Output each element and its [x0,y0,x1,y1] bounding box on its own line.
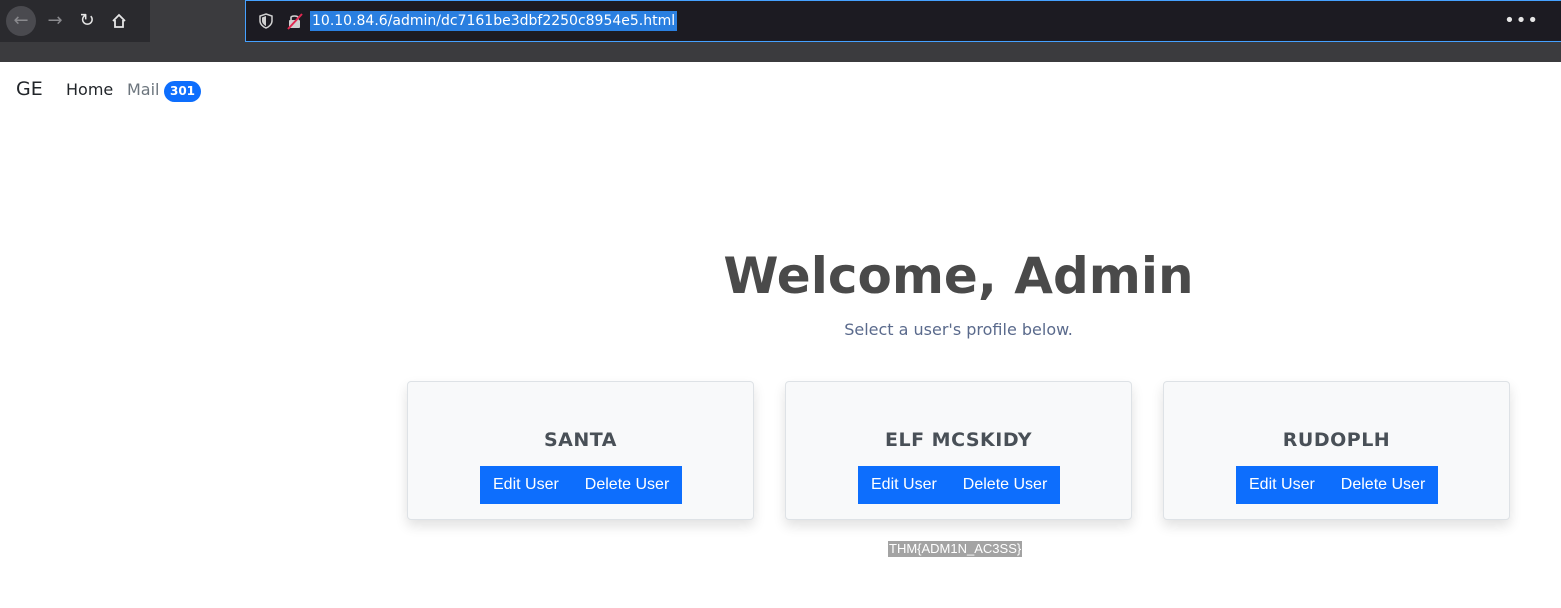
user-name: SANTA [544,429,617,451]
nav-link-home[interactable]: Home [66,80,113,99]
navigation-controls: ← → ↻ [0,0,150,42]
user-card-elf-mcskidy: ELF MCSKIDY Edit User Delete User [785,381,1132,520]
back-arrow-icon[interactable]: ← [6,6,36,36]
edit-user-button[interactable]: Edit User [858,466,950,504]
user-actions: Edit User Delete User [480,466,683,504]
home-icon[interactable] [104,6,134,36]
delete-user-button[interactable]: Delete User [949,466,1061,504]
browser-toolbar: ← → ↻ 10.10.84.6/admin/dc7161be3dbf2250c… [0,0,1561,62]
address-bar[interactable]: 10.10.84.6/admin/dc7161be3dbf2250c8954e5… [245,0,1561,42]
reload-icon[interactable]: ↻ [72,6,102,36]
edit-user-button[interactable]: Edit User [1236,466,1328,504]
flag-text: THM{ADM1N_AC3SS} [888,541,1023,557]
user-card-santa: SANTA Edit User Delete User [407,381,754,520]
user-card-rudoplh: RUDOPLH Edit User Delete User [1163,381,1510,520]
user-actions: Edit User Delete User [1236,466,1439,504]
page-subtitle: Select a user's profile below. [844,320,1073,339]
shield-icon[interactable] [258,13,274,29]
url-text[interactable]: 10.10.84.6/admin/dc7161be3dbf2250c8954e5… [310,11,678,31]
edit-user-button[interactable]: Edit User [480,466,572,504]
page-title: Welcome, Admin [723,247,1194,305]
forward-arrow-icon[interactable]: → [40,6,70,36]
delete-user-button[interactable]: Delete User [1327,466,1439,504]
page-actions-icon[interactable]: ••• [1504,9,1539,33]
user-actions: Edit User Delete User [858,466,1061,504]
nav-link-mail[interactable]: Mail [127,80,160,99]
navbar-brand[interactable]: GE [16,78,43,100]
user-name: RUDOPLH [1282,429,1391,451]
insecure-lock-icon[interactable] [286,12,304,30]
delete-user-button[interactable]: Delete User [571,466,683,504]
mail-count-badge: 301 [164,81,201,102]
user-name: ELF MCSKIDY [884,429,1032,451]
